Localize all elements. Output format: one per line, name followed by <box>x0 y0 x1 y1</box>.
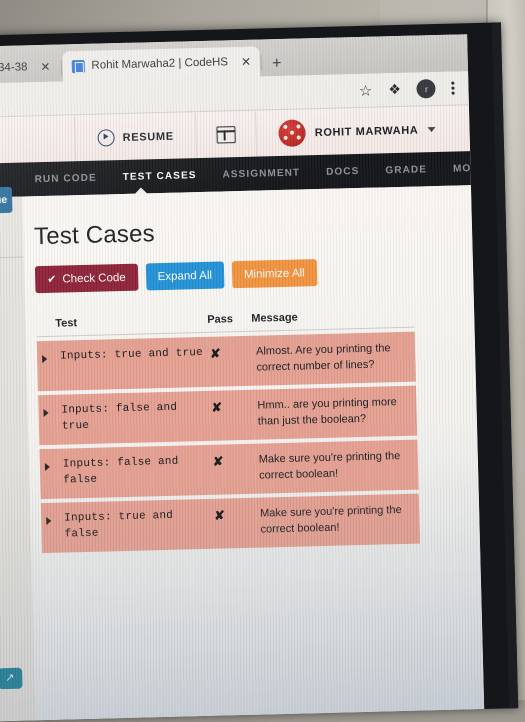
table-row[interactable]: Inputs: true and false ✘ Make sure you'r… <box>41 493 420 552</box>
test-cases-table: Test Pass Message Inputs: true and true … <box>36 305 420 557</box>
table-row[interactable]: Inputs: false and false ✘ Make sure you'… <box>39 439 418 498</box>
cell-test: Inputs: true and false <box>60 498 213 552</box>
cell-test: Inputs: false and true <box>57 391 210 445</box>
expand-panel-button[interactable]: ↗ <box>0 668 23 690</box>
laptop-screen-assembly: CS-134-38 ✕ Rohit Marwaha2 | CodeHS ✕ + … <box>0 23 509 722</box>
user-menu[interactable]: ROHIT MARWAHA <box>257 116 436 148</box>
table-row[interactable]: Inputs: true and true ✘ Almost. Are you … <box>37 332 416 391</box>
rail-divider <box>0 257 24 259</box>
checkmark-icon: ✔ <box>47 273 57 286</box>
tab-title: Rohit Marwaha2 | CodeHS <box>91 56 228 71</box>
tab-close-icon[interactable]: ✕ <box>40 61 50 73</box>
page-title: Test Cases <box>34 212 473 251</box>
row-expander-cell[interactable] <box>39 448 59 498</box>
column-header-message: Message <box>251 309 414 332</box>
codehs-favicon-icon <box>71 59 84 72</box>
chevron-right-icon <box>46 517 51 525</box>
tab-separator <box>60 59 61 75</box>
cell-message: Almost. Are you printing the correct num… <box>252 332 416 386</box>
layout-toggle-button[interactable] <box>196 112 257 159</box>
cell-pass-status: ✘ <box>209 390 254 441</box>
header-left-spacer <box>0 116 76 164</box>
menu-dot <box>452 92 455 95</box>
nav-tab-test-cases[interactable]: TEST CASES <box>110 169 210 183</box>
chevron-right-icon <box>42 355 47 363</box>
resume-label: RESUME <box>122 130 174 143</box>
tab-close-icon[interactable]: ✕ <box>241 56 251 68</box>
minimize-all-button[interactable]: Minimize All <box>232 259 317 288</box>
cell-pass-status: ✘ <box>212 497 257 548</box>
cell-message: Make sure you're printing the correct bo… <box>254 439 418 493</box>
chevron-right-icon <box>43 409 48 417</box>
cell-test: Inputs: false and false <box>58 445 211 499</box>
new-tab-button[interactable]: + <box>263 56 291 77</box>
nav-tab-docs[interactable]: DOCS <box>313 165 373 177</box>
column-header-test: Test <box>55 314 207 337</box>
menu-dot <box>452 82 455 85</box>
cell-message: Make sure you're printing the correct bo… <box>256 493 420 547</box>
table-row[interactable]: Inputs: false and true ✘ Hmm.. are you p… <box>38 385 417 444</box>
cell-pass-status: ✘ <box>208 336 253 387</box>
diagonal-arrow-icon: ↗ <box>5 673 15 684</box>
nav-tab-assignment[interactable]: ASSIGNMENT <box>209 167 313 181</box>
chevron-right-icon <box>45 463 50 471</box>
menu-dot <box>452 87 455 90</box>
continue-button[interactable]: Continue <box>0 187 12 215</box>
bookmark-star-icon[interactable]: ☆ <box>359 81 373 99</box>
tab-title: CS-134-38 <box>0 61 28 74</box>
chevron-down-icon <box>427 127 435 132</box>
action-button-row: ✔ Check Code Expand All Minimize All <box>35 255 474 293</box>
user-avatar <box>278 119 306 147</box>
nav-tab-grade[interactable]: GRADE <box>372 163 440 176</box>
row-expander-cell[interactable] <box>37 341 57 391</box>
expand-all-button[interactable]: Expand All <box>145 261 224 290</box>
cell-message: Hmm.. are you printing more than just th… <box>253 385 417 439</box>
cell-test: Inputs: true and true <box>56 337 209 391</box>
column-header-pass: Pass <box>207 313 251 333</box>
layout-icon <box>217 126 236 143</box>
test-cases-panel: Test Cases ✔ Check Code Expand All Minim… <box>22 185 484 720</box>
row-expander-cell[interactable] <box>41 502 61 552</box>
cell-pass-status: ✘ <box>210 443 255 494</box>
row-expander-cell[interactable] <box>38 395 58 445</box>
extensions-puzzle-icon[interactable]: ❖ <box>388 81 401 98</box>
resume-button[interactable]: RESUME <box>75 113 197 161</box>
table-body: Inputs: true and true ✘ Almost. Are you … <box>37 332 420 553</box>
browser-tab-cs-134-38[interactable]: CS-134-38 ✕ <box>0 52 60 84</box>
chrome-menu-icon[interactable] <box>452 82 455 94</box>
laptop-screen: CS-134-38 ✕ Rohit Marwaha2 | CodeHS ✕ + … <box>0 34 484 722</box>
nav-tab-run-code[interactable]: RUN CODE <box>22 172 110 185</box>
browser-profile-avatar[interactable]: r <box>417 79 436 98</box>
check-code-label: Check Code <box>62 271 126 285</box>
play-circle-icon <box>97 129 114 146</box>
continue-label: Continue <box>0 194 7 207</box>
check-code-button[interactable]: ✔ Check Code <box>35 264 138 294</box>
column-header-expander <box>36 318 55 337</box>
user-name-label: ROHIT MARWAHA <box>315 124 419 139</box>
